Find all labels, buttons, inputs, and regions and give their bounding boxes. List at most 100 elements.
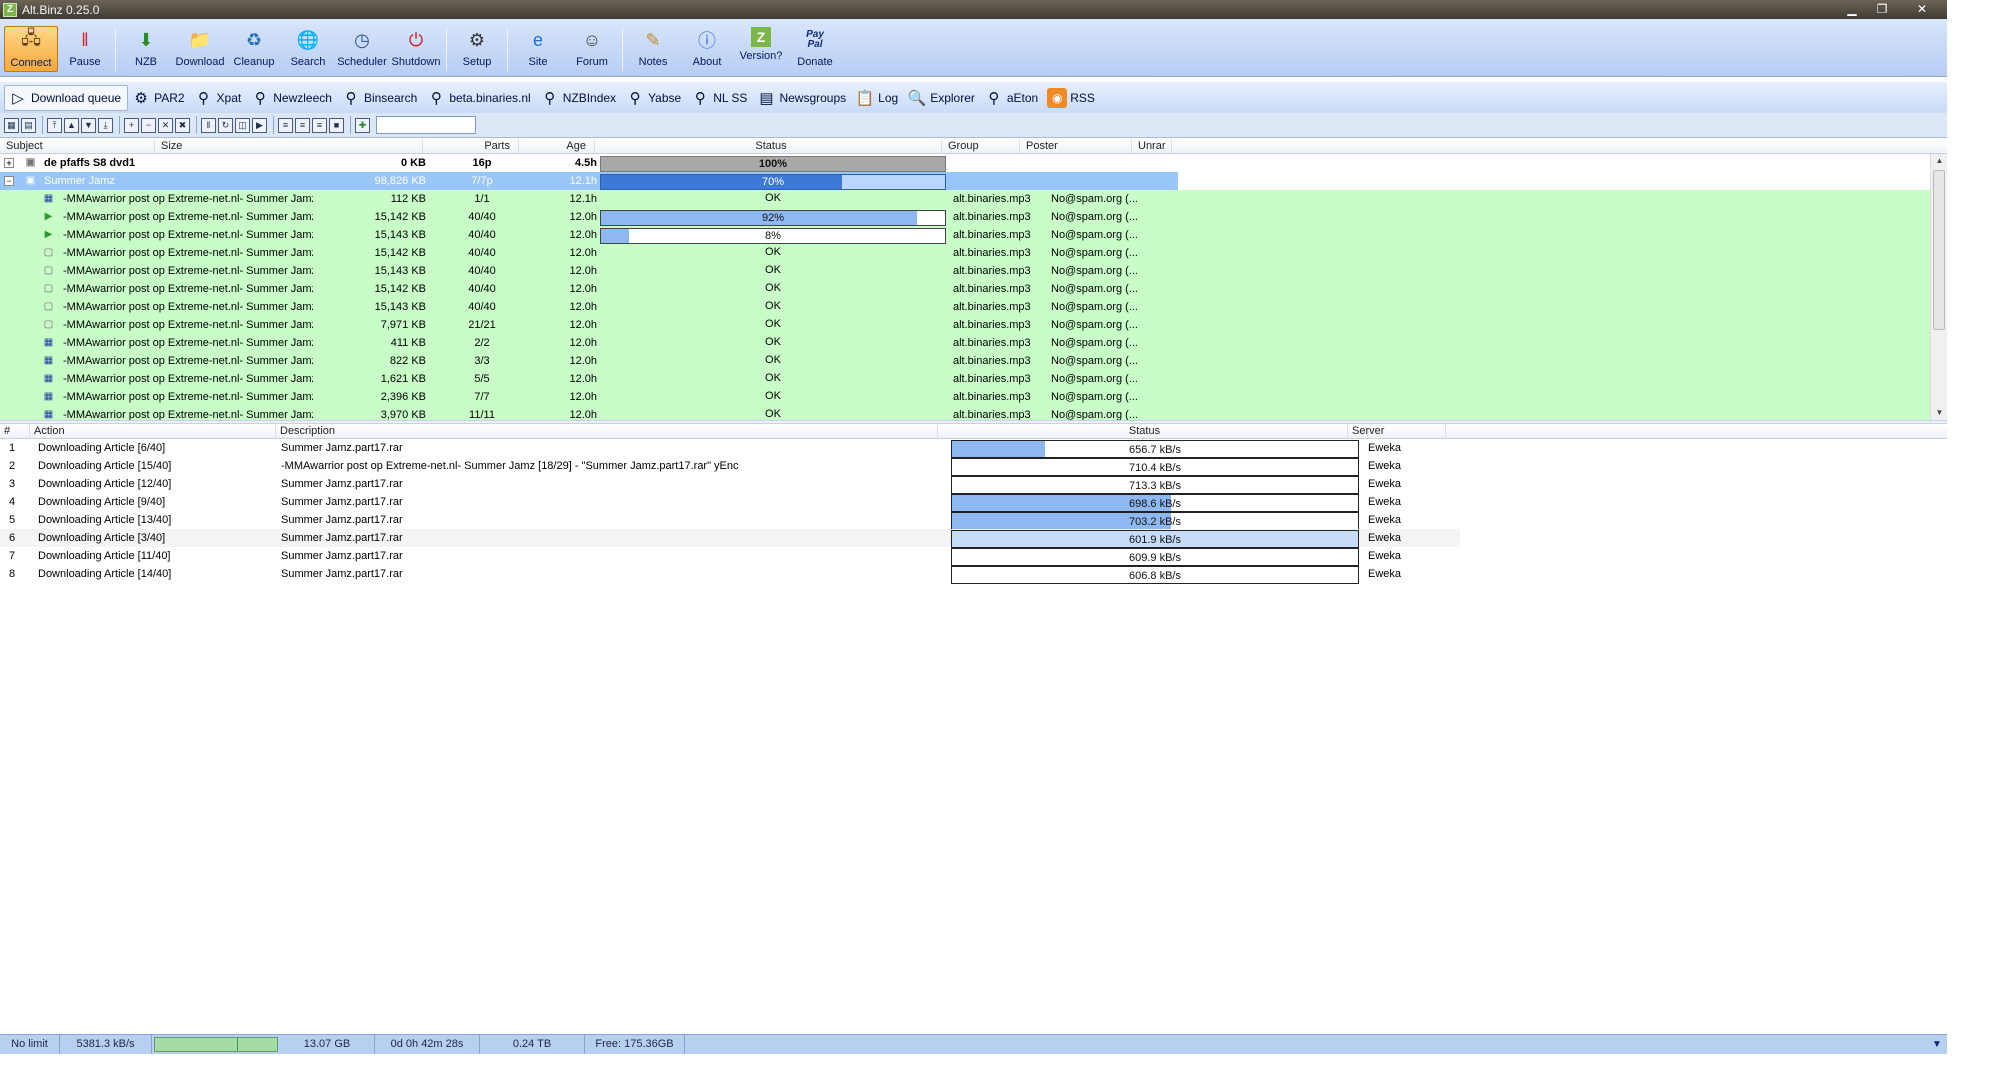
move-bottom-icon[interactable]: ⤓ [98,117,113,133]
queue-col-poster[interactable]: Poster [1020,139,1132,154]
force-icon[interactable]: ▶ [252,117,267,133]
toolbar-setup-button[interactable]: ⚙ Setup [450,26,504,72]
move-top-icon[interactable]: ⤒ [47,117,62,133]
priority-normal-icon[interactable]: ≡ [295,117,310,133]
search-tab-newsgroups[interactable]: ▤ Newsgroups [753,85,852,111]
connection-row[interactable]: 1 Downloading Article [6/40] Summer Jamz.p… [0,439,1460,458]
queue-scrollbar[interactable]: ▲ ▼ [1930,154,1947,420]
queue-file-row[interactable]: ▶ -MMAwarrior post op Extreme-net.nl- Sum… [0,208,1930,226]
connection-number: 6 [9,532,16,544]
size: 822 KB [389,355,426,367]
queue-col-unrar[interactable]: Unrar [1132,139,1172,154]
speed-limit[interactable]: No limit [0,1035,60,1054]
connections-col-server[interactable]: Server [1348,424,1446,439]
lock-icon[interactable]: ■ [329,117,344,133]
delete-icon[interactable]: ✕ [158,117,173,133]
search-tab-binsearch[interactable]: ⚲ Binsearch [338,85,423,111]
folder-open-icon[interactable]: ◫ [235,117,250,133]
search-tab-par2[interactable]: ⚙ PAR2 [128,85,190,111]
toolbar-notes-button[interactable]: ✎ Notes [626,26,680,72]
connection-row[interactable]: 6 Downloading Article [3/40] Summer Jamz.p… [0,529,1460,548]
toolbar-scheduler-button[interactable]: ◷ Scheduler [335,26,389,72]
expand-all-icon[interactable]: + [124,117,139,133]
delete-all-icon[interactable]: ✖ [175,117,190,133]
queue-file-row[interactable]: ▶ -MMAwarrior post op Extreme-net.nl- Sum… [0,226,1930,244]
queue-group-row[interactable]: + ▣ de pfaffs S8 dvd1 0 KB 16p 4.5h 100% [0,154,1178,172]
pause-item-icon[interactable]: ‖ [201,117,216,133]
search-tab-explorer[interactable]: 🔍 Explorer [904,85,981,111]
collapse-all-icon[interactable]: − [141,117,156,133]
toolbar-pause-button[interactable]: ‖ Pause [58,26,112,72]
connections-col-action[interactable]: Action [30,424,276,439]
queue-file-row[interactable]: ▢ -MMAwarrior post op Extreme-net.nl- Sum… [0,262,1930,280]
expand-icon[interactable]: + [4,158,14,168]
toolbar-search-button[interactable]: 🌐 Search [281,26,335,72]
connection-row[interactable]: 3 Downloading Article [12/40] Summer Jamz.… [0,475,1460,494]
status-dropdown-icon[interactable]: ▼ [1929,1037,1945,1052]
queue-file-row[interactable]: ▦ -MMAwarrior post op Extreme-net.nl- Sum… [0,388,1930,406]
connection-row[interactable]: 2 Downloading Article [15/40] -MMAwarrior … [0,457,1460,476]
priority-high-icon[interactable]: ≡ [278,117,293,133]
queue-file-row[interactable]: ▢ -MMAwarrior post op Extreme-net.nl- Sum… [0,298,1930,316]
collapse-icon[interactable]: − [4,176,14,186]
queue-col-group[interactable]: Group [942,139,1020,154]
queue-col-size[interactable]: Size [155,139,423,154]
toolbar-donate-button[interactable]: Pay Pal Donate [788,26,842,72]
add-icon[interactable]: ✚ [355,117,370,133]
queue-file-row[interactable]: ▢ -MMAwarrior post op Extreme-net.nl- Sum… [0,244,1930,262]
quick-add-input[interactable] [376,116,476,134]
queue-file-row[interactable]: ▢ -MMAwarrior post op Extreme-net.nl- Sum… [0,280,1930,298]
queue-file-row[interactable]: ▦ -MMAwarrior post op Extreme-net.nl- Sum… [0,370,1930,388]
scroll-thumb[interactable] [1933,170,1945,330]
search-tab-yabse[interactable]: ⚲ Yabse [622,85,687,111]
connection-row[interactable]: 7 Downloading Article [11/40] Summer Jamz.… [0,547,1460,566]
toolbar-shutdown-button[interactable]: ⏻ Shutdown [389,26,443,72]
maximize-icon[interactable]: ❐ [1867,0,1897,18]
queue-file-row[interactable]: ▦ -MMAwarrior post op Extreme-net.nl- Sum… [0,334,1930,352]
toolbar-forum-button[interactable]: ☺ Forum [565,26,619,72]
queue-file-row[interactable]: ▦ -MMAwarrior post op Extreme-net.nl- Sum… [0,352,1930,370]
toolbar-version-button[interactable]: Z Version? [734,26,788,72]
connections-col-description[interactable]: Description [276,424,938,439]
queue-col-subject[interactable]: Subject [0,139,155,154]
close-icon[interactable]: ✕ [1897,0,1947,18]
connection-row[interactable]: 5 Downloading Article [13/40] Summer Jamz.… [0,511,1460,530]
queue-group-row[interactable]: − ▣ Summer Jamz 98,826 KB 7/7p 12.1h 70% [0,172,1178,190]
search-tab-xpat[interactable]: ⚲ Xpat [191,85,248,111]
toolbar-site-button[interactable]: e Site [511,26,565,72]
minimize-icon[interactable]: ▁ [1837,0,1867,18]
connection-row[interactable]: 8 Downloading Article [14/40] Summer Jamz.… [0,565,1460,584]
toolbar-cleanup-button[interactable]: ♻ Cleanup [227,26,281,72]
search-tab-log[interactable]: 📋 Log [852,85,904,111]
queue-col-status[interactable]: Status [595,139,942,154]
search-tab-newzleech[interactable]: ⚲ Newzleech [247,85,338,111]
save-icon[interactable]: ▤ [21,117,36,133]
move-up-icon[interactable]: ▲ [64,117,79,133]
connections-col-status[interactable]: Status [938,424,1348,439]
queue-col-parts[interactable]: Parts [423,139,519,154]
connections-col-number[interactable]: # [0,424,30,439]
priority-low-icon[interactable]: ≡ [312,117,327,133]
toolbar-about-button[interactable]: ⓘ About [680,26,734,72]
toolbar-download-button[interactable]: 📁 Download [173,26,227,72]
search-tab-beta-binaries-nl[interactable]: ⚲ beta.binaries.nl [423,85,536,111]
search-tab-download-queue[interactable]: ▷ Download queue [4,84,129,111]
move-down-icon[interactable]: ▼ [81,117,96,133]
search-tab-nzbindex[interactable]: ⚲ NZBIndex [537,85,622,111]
queue-file-row[interactable]: ▢ -MMAwarrior post op Extreme-net.nl- Sum… [0,316,1930,334]
queue-file-row[interactable]: ▦ -MMAwarrior post op Extreme-net.nl- Sum… [0,190,1930,208]
search-tab-aeton[interactable]: ⚲ aEton [981,85,1044,111]
group: alt.binaries.mp3 [953,391,1031,403]
scroll-down-icon[interactable]: ▼ [1931,406,1948,420]
toolbar-connect-button[interactable]: 🖧 Connect [4,26,58,72]
refresh-icon[interactable]: ↻ [218,117,233,133]
search-tab-rss[interactable]: ◉ RSS [1044,85,1101,111]
connection-row[interactable]: 4 Downloading Article [9/40] Summer Jamz.p… [0,493,1460,512]
search-tab-nl-ss[interactable]: ⚲ NL SS [687,85,753,111]
queue-col-age[interactable]: Age [519,139,595,154]
poster: No@spam.org (... [1051,283,1138,295]
toolbar-nzb-button[interactable]: ⬇ NZB [119,26,173,72]
scroll-up-icon[interactable]: ▲ [1931,154,1948,168]
select-all-icon[interactable]: ▦ [4,117,19,133]
queue-file-row[interactable]: ▦ -MMAwarrior post op Extreme-net.nl- Sum… [0,406,1930,420]
